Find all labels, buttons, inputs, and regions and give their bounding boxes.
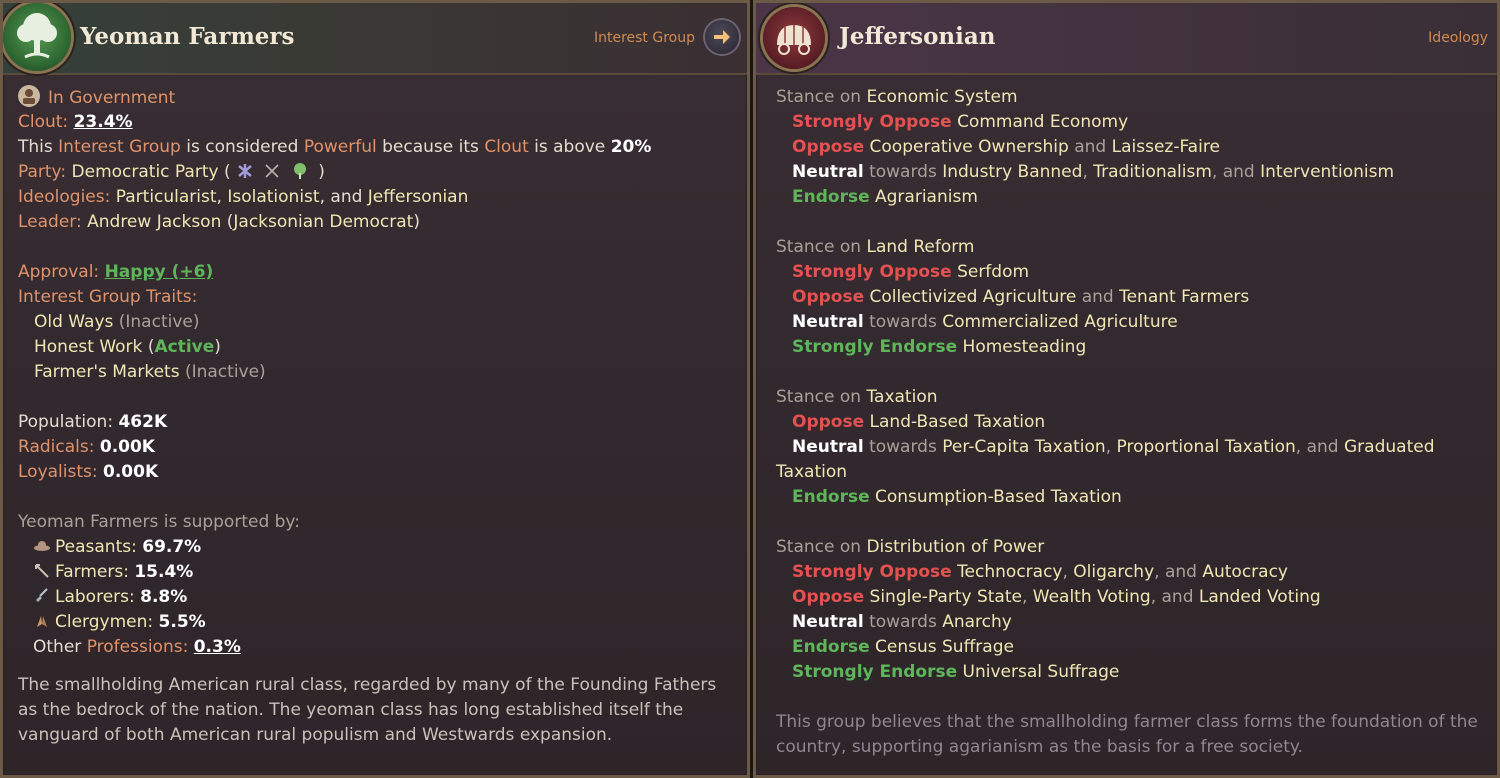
supporter-row: Laborers: 8.8% bbox=[18, 585, 737, 610]
panel-body: In Government Clout: 23.4% This Interest… bbox=[18, 85, 737, 748]
stance-heading: Stance on Distribution of Power bbox=[776, 537, 1045, 557]
panel-header: Yeoman Farmers Interest Group bbox=[3, 3, 747, 75]
stance-row: Oppose Land-Based Taxation bbox=[792, 412, 1046, 432]
stance-row: Neutral towards Anarchy bbox=[792, 612, 1012, 632]
pitchfork-icon bbox=[35, 564, 49, 578]
tree-small-icon bbox=[293, 163, 306, 179]
tree-icon bbox=[3, 3, 71, 71]
trait-item: Honest Work (Active) bbox=[34, 337, 221, 357]
stance-row: Strongly Endorse Homesteading bbox=[792, 337, 1087, 357]
approval-value[interactable]: Happy (+6) bbox=[105, 262, 214, 282]
covered-wagon-icon bbox=[763, 7, 825, 69]
ideology-panel: Jeffersonian Ideology Stance on Economic… bbox=[753, 0, 1500, 778]
windmill-icon bbox=[238, 164, 252, 178]
stance-row: Endorse Census Suffrage bbox=[792, 637, 1014, 657]
crossed-swords-icon bbox=[265, 164, 279, 178]
stance-row-wrap: Taxation bbox=[776, 462, 848, 482]
other-professions-value[interactable]: 0.3% bbox=[194, 637, 241, 657]
clout-value[interactable]: 23.4% bbox=[74, 112, 133, 132]
powerful-note: This Interest Group is considered Powerf… bbox=[18, 137, 652, 157]
ideologies-row: Ideologies: Particularist, Isolationist,… bbox=[18, 187, 469, 207]
supporter-row: Farmers: 15.4% bbox=[18, 560, 737, 585]
stance-heading: Stance on Taxation bbox=[776, 387, 938, 407]
leader-row: Leader: Andrew Jackson (Jacksonian Democ… bbox=[18, 212, 420, 232]
stance-row: Endorse Consumption-Based Taxation bbox=[792, 487, 1122, 507]
panel-header: Jeffersonian Ideology bbox=[756, 3, 1497, 75]
leader-link[interactable]: Andrew Jackson bbox=[87, 212, 221, 232]
stance-row: Oppose Single-Party State, Wealth Voting… bbox=[792, 587, 1321, 607]
stance-row: Strongly Oppose Serfdom bbox=[792, 262, 1030, 282]
supported-by-label: Yeoman Farmers is supported by: bbox=[18, 512, 300, 532]
stance-row: Oppose Collectivized Agriculture and Ten… bbox=[792, 287, 1250, 307]
praying-hands-icon bbox=[37, 616, 47, 627]
panel-body: Stance on Economic System Strongly Oppos… bbox=[776, 85, 1487, 760]
stance-row: Neutral towards Industry Banned, Traditi… bbox=[792, 162, 1395, 182]
party-row: Party: Democratic Party ( ) bbox=[18, 162, 325, 182]
radicals-row: Radicals: 0.00K bbox=[18, 437, 155, 457]
trait-item: Old Ways (Inactive) bbox=[34, 312, 200, 332]
government-icon bbox=[18, 85, 40, 107]
clout-row: Clout: 23.4% bbox=[18, 112, 133, 132]
stance-row: Endorse Agrarianism bbox=[792, 187, 978, 207]
stance-row: Neutral towards Per-Capita Taxation, Pro… bbox=[792, 437, 1435, 457]
population-row: Population: 462K bbox=[18, 412, 168, 432]
trait-item: Farmer's Markets (Inactive) bbox=[34, 362, 266, 382]
panel-kind-link[interactable]: Interest Group bbox=[594, 30, 695, 46]
loyalists-row: Loyalists: 0.00K bbox=[18, 462, 159, 482]
ideology-description: This group believes that the smallholdin… bbox=[776, 712, 1478, 757]
stance-row: Strongly Endorse Universal Suffrage bbox=[792, 662, 1120, 682]
ideology-link[interactable]: Particularist bbox=[116, 187, 217, 207]
peasant-hat-icon bbox=[34, 541, 50, 551]
shovel-icon bbox=[36, 588, 48, 602]
approval-row: Approval: Happy (+6) bbox=[18, 262, 214, 282]
panel-title: Yeoman Farmers bbox=[80, 23, 295, 50]
other-professions-row: Other Professions: 0.3% bbox=[33, 637, 241, 657]
stance-row: Strongly Oppose Command Economy bbox=[792, 112, 1129, 132]
ideology-link[interactable]: Isolationist bbox=[227, 187, 319, 207]
government-status: In Government bbox=[18, 85, 737, 110]
interest-group-panel: Yeoman Farmers Interest Group In Governm… bbox=[0, 0, 750, 778]
arrow-right-icon bbox=[714, 30, 730, 44]
stance-row: Oppose Cooperative Ownership and Laissez… bbox=[792, 137, 1220, 157]
go-to-interest-group-button[interactable] bbox=[705, 20, 739, 54]
stance-row: Strongly Oppose Technocracy, Oligarchy, … bbox=[792, 562, 1288, 582]
panel-kind-label: Ideology bbox=[1428, 30, 1488, 46]
stance-row: Neutral towards Commercialized Agricultu… bbox=[792, 312, 1178, 332]
ideology-link[interactable]: Jeffersonian bbox=[368, 187, 469, 207]
group-description: The smallholding American rural class, r… bbox=[18, 675, 717, 745]
traits-label: Interest Group Traits: bbox=[18, 287, 198, 307]
stance-heading: Stance on Economic System bbox=[776, 87, 1018, 107]
panel-title: Jeffersonian bbox=[839, 23, 996, 50]
supporter-row: Peasants: 69.7% bbox=[18, 535, 737, 560]
party-link[interactable]: Democratic Party bbox=[72, 162, 219, 182]
supporter-row: Clergymen: 5.5% bbox=[18, 610, 737, 635]
stance-heading: Stance on Land Reform bbox=[776, 237, 975, 257]
